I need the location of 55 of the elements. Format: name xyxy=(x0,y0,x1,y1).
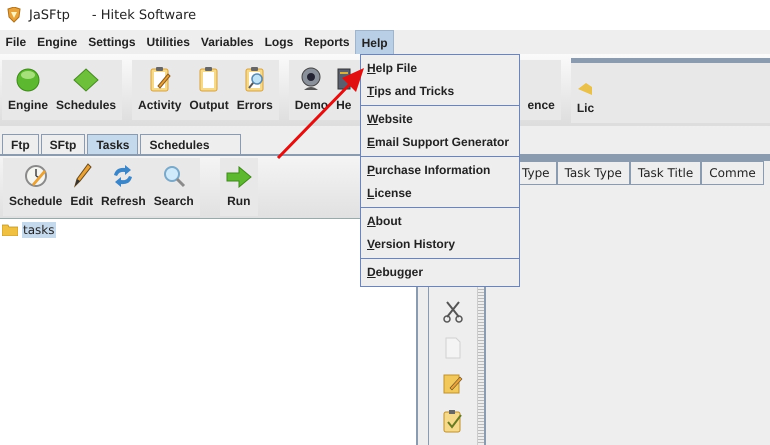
menu-item[interactable]: Help xyxy=(355,30,394,54)
menu-item[interactable]: About xyxy=(361,210,519,233)
toolbar-button[interactable]: Search xyxy=(150,158,198,216)
menu-item[interactable]: File xyxy=(0,30,32,54)
column-header[interactable]: Task Title xyxy=(630,161,702,185)
toolbar-button[interactable]: ence xyxy=(523,60,559,120)
toolbar-button[interactable]: Schedule xyxy=(5,158,66,216)
menu-item[interactable]: Reports xyxy=(298,30,356,54)
note-pencil-icon[interactable] xyxy=(443,373,463,395)
webcam-icon xyxy=(299,66,324,92)
menu-item[interactable]: Debugger xyxy=(361,261,519,284)
shield-icon xyxy=(7,7,21,23)
search-icon xyxy=(162,164,186,188)
toolbar-button[interactable]: Refresh xyxy=(97,158,150,216)
menu-item[interactable]: Engine xyxy=(32,30,83,54)
tree-item[interactable]: tasks xyxy=(22,222,56,238)
toolbar-button[interactable]: Run xyxy=(222,158,256,216)
scissors-icon[interactable] xyxy=(443,301,463,323)
tag-icon xyxy=(578,82,592,94)
menu-item[interactable]: Help File xyxy=(361,57,519,80)
toolbar-button[interactable]: Schedules xyxy=(52,60,120,120)
right-arrow-icon xyxy=(226,166,252,188)
menu-item[interactable]: Variables xyxy=(195,30,260,54)
toolbar-button[interactable]: Output xyxy=(185,60,233,120)
column-header[interactable]: Task Type xyxy=(556,161,630,185)
ball-icon xyxy=(16,68,40,92)
tab[interactable]: Ftp xyxy=(2,134,39,154)
menu-item[interactable]: Email Support Generator xyxy=(361,131,519,154)
pencil-icon xyxy=(72,162,92,188)
toolbar-button[interactable]: Lic xyxy=(572,62,598,122)
tab[interactable]: SFtp xyxy=(40,134,86,154)
clipboard-icon xyxy=(198,66,220,92)
toolbar-button[interactable]: Errors xyxy=(232,60,277,120)
clipboard-magnifier-icon xyxy=(244,66,266,92)
folder-icon xyxy=(2,224,18,236)
toolbar-button[interactable]: Activity xyxy=(134,60,186,120)
toolbar-button[interactable]: Engine xyxy=(4,60,52,120)
menu-item[interactable]: Version History xyxy=(361,233,519,256)
column-header[interactable]: Comme xyxy=(701,161,764,185)
window-title: - Hitek Software xyxy=(92,8,196,22)
toolbar-button[interactable]: Edit xyxy=(66,158,98,216)
menu-item[interactable]: Logs xyxy=(259,30,299,54)
app-name: JaSFtp xyxy=(29,8,70,22)
clipboard-pencil-icon xyxy=(148,66,171,92)
tab[interactable]: Tasks xyxy=(87,134,138,154)
menu-item[interactable]: Utilities xyxy=(141,30,196,54)
clipboard-check-icon[interactable] xyxy=(443,409,463,433)
clock-pencil-icon xyxy=(24,164,48,188)
menu-item[interactable]: License xyxy=(361,182,519,205)
menu-item[interactable]: Tips and Tricks xyxy=(361,80,519,103)
toolbar-button[interactable]: Demo xyxy=(290,60,332,120)
menu-item[interactable]: Website xyxy=(361,108,519,131)
tab[interactable]: Schedules xyxy=(140,134,240,154)
menu-item[interactable]: Settings xyxy=(82,30,142,54)
diamond-icon xyxy=(73,68,100,92)
